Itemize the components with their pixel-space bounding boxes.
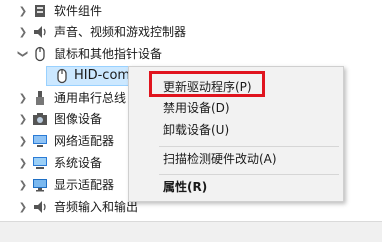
chevron-right-icon[interactable]: ❯: [16, 21, 30, 43]
menu-item-disable-device[interactable]: 禁用设备(D): [129, 98, 343, 118]
menu-separator: [159, 146, 339, 147]
tree-item-label: 声音、视频和游戏控制器: [54, 25, 187, 39]
menu-item-properties[interactable]: 属性(R): [129, 177, 343, 197]
speaker-icon: [34, 201, 46, 213]
tree-item-label: 图像设备: [54, 112, 103, 126]
tree-item-mice[interactable]: ❯ 鼠标和其他指针设备: [0, 43, 382, 65]
menu-item-scan-hardware[interactable]: 扫描检测硬件改动(A): [129, 149, 343, 169]
display-adapter-icon: [33, 179, 47, 192]
tree-item-label: 鼠标和其他指针设备: [54, 47, 163, 61]
chevron-right-icon[interactable]: ❯: [16, 108, 30, 130]
mouse-icon: [57, 68, 67, 84]
chevron-right-icon[interactable]: ❯: [16, 152, 30, 174]
tree-item-sound-video-game[interactable]: ❯ 声音、视频和游戏控制器: [0, 21, 382, 43]
context-menu: 更新驱动程序(P) 禁用设备(D) 卸载设备(U) 扫描检测硬件改动(A) 属性…: [128, 66, 344, 202]
usb-icon: [36, 91, 44, 105]
system-device-icon: [33, 157, 47, 169]
tree-item-label: 音频输入和输出: [54, 200, 139, 214]
tree-item-label: HID-com: [74, 68, 131, 83]
chevron-right-icon[interactable]: ❯: [16, 0, 30, 22]
chevron-right-icon[interactable]: ❯: [16, 196, 30, 218]
chevron-right-icon[interactable]: ❯: [16, 130, 30, 152]
tree-item-label: 通用串行总线: [54, 91, 127, 105]
chevron-right-icon[interactable]: ❯: [16, 174, 30, 196]
software-component-icon: [35, 5, 45, 17]
menu-separator: [159, 174, 339, 175]
speaker-icon: [34, 26, 46, 38]
menu-item-uninstall-device[interactable]: 卸载设备(U): [129, 120, 343, 140]
chevron-right-icon[interactable]: ❯: [16, 87, 30, 109]
tree-item-label: 显示适配器: [54, 178, 115, 192]
status-bar: [0, 221, 382, 242]
tree-item-label: 网络适配器: [54, 134, 115, 148]
menu-item-update-driver[interactable]: 更新驱动程序(P): [129, 77, 343, 97]
chevron-down-icon[interactable]: ❯: [12, 47, 34, 61]
mouse-icon: [35, 46, 45, 62]
tree-item-label: 软件组件: [54, 4, 103, 18]
camera-icon: [33, 113, 47, 125]
tree-item-software-components[interactable]: ❯ 软件组件: [0, 0, 382, 22]
tree-item-label: 系统设备: [54, 156, 103, 170]
network-adapter-icon: [33, 135, 47, 147]
